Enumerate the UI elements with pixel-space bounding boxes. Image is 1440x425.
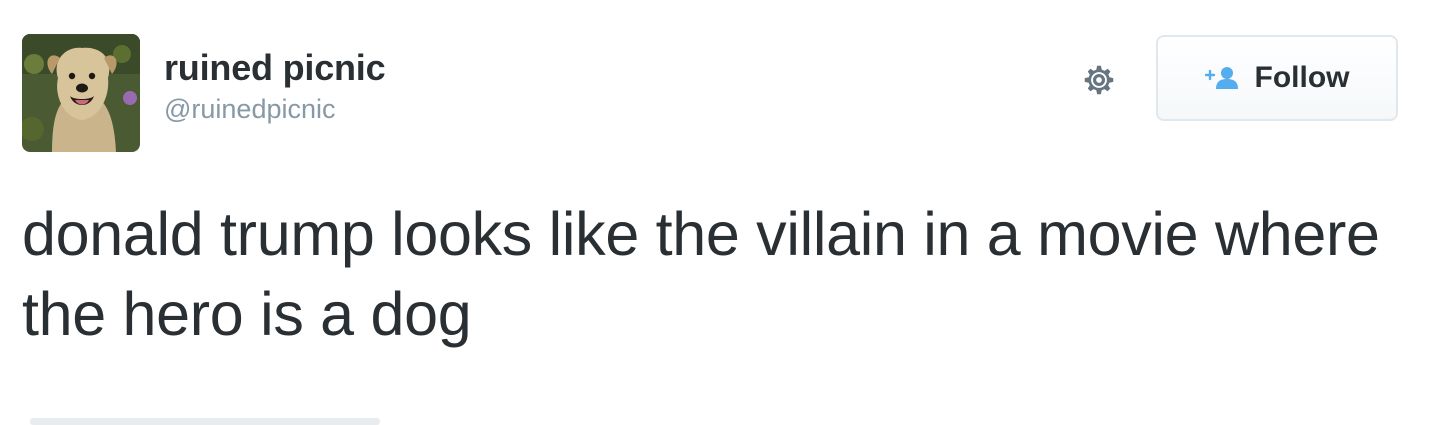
settings-button[interactable] bbox=[1079, 60, 1119, 100]
avatar[interactable] bbox=[22, 34, 140, 152]
display-name[interactable]: ruined picnic bbox=[164, 46, 386, 90]
dog-photo-avatar-icon bbox=[22, 34, 140, 152]
cropped-timestamp-strip bbox=[30, 418, 380, 425]
user-info: ruined picnic @ruinedpicnic bbox=[164, 46, 386, 126]
follow-button[interactable]: Follow bbox=[1156, 35, 1398, 121]
tweet-card: ruined picnic @ruinedpicnic Follow donal… bbox=[0, 0, 1440, 425]
add-user-icon-wrap bbox=[1204, 66, 1241, 90]
user-handle[interactable]: @ruinedpicnic bbox=[164, 92, 385, 126]
tweet-text: donald trump looks like the villain in a… bbox=[22, 200, 1380, 348]
follow-label: Follow bbox=[1254, 61, 1350, 94]
gear-icon bbox=[1084, 65, 1114, 95]
add-user-icon bbox=[1204, 67, 1238, 89]
